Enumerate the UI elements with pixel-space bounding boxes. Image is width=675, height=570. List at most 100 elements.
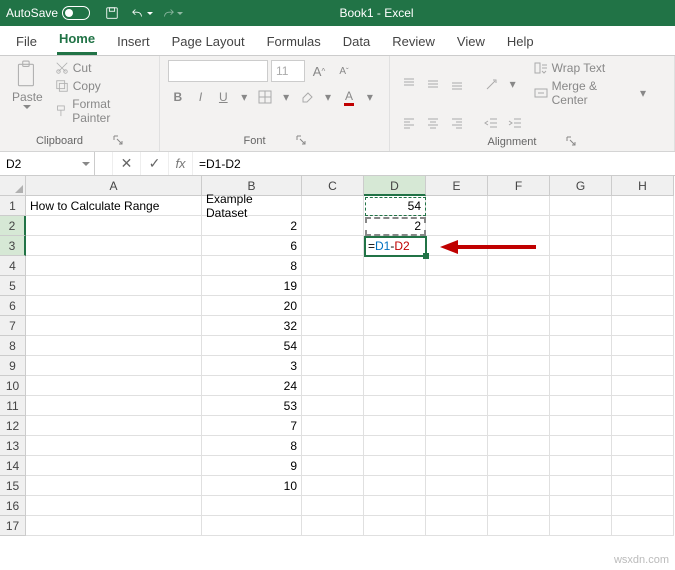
cell-f17[interactable] bbox=[488, 516, 550, 536]
cell-b7[interactable]: 32 bbox=[202, 316, 302, 336]
row-header-17[interactable]: 17 bbox=[0, 516, 26, 536]
align-center-button[interactable] bbox=[422, 112, 444, 134]
cell-h6[interactable] bbox=[612, 296, 674, 316]
cell-f9[interactable] bbox=[488, 356, 550, 376]
cell-b3[interactable]: 6 bbox=[202, 236, 302, 256]
cell-b15[interactable]: 10 bbox=[202, 476, 302, 496]
cell-h4[interactable] bbox=[612, 256, 674, 276]
row-header-6[interactable]: 6 bbox=[0, 296, 26, 316]
save-button[interactable] bbox=[100, 2, 124, 24]
cell-c15[interactable] bbox=[302, 476, 364, 496]
cell-a14[interactable] bbox=[26, 456, 202, 476]
border-button[interactable] bbox=[255, 86, 275, 108]
chevron-down-icon[interactable]: ▾ bbox=[504, 73, 522, 95]
row-header-11[interactable]: 11 bbox=[0, 396, 26, 416]
cell-g15[interactable] bbox=[550, 476, 612, 496]
row-header-5[interactable]: 5 bbox=[0, 276, 26, 296]
dialog-launcher-icon[interactable] bbox=[296, 135, 306, 145]
enter-formula-button[interactable]: ✓ bbox=[141, 152, 169, 175]
cell-d4[interactable] bbox=[364, 256, 426, 276]
align-right-button[interactable] bbox=[446, 112, 468, 134]
chevron-down-icon[interactable]: ▾ bbox=[320, 86, 336, 108]
undo-button[interactable] bbox=[130, 2, 154, 24]
dialog-launcher-icon[interactable] bbox=[566, 136, 576, 146]
cell-b11[interactable]: 53 bbox=[202, 396, 302, 416]
cell-d16[interactable] bbox=[364, 496, 426, 516]
cell-d3[interactable]: =D1-D2 bbox=[364, 236, 426, 256]
copy-button[interactable]: Copy bbox=[53, 78, 151, 94]
cell-c17[interactable] bbox=[302, 516, 364, 536]
cell-f6[interactable] bbox=[488, 296, 550, 316]
cell-c11[interactable] bbox=[302, 396, 364, 416]
font-color-button[interactable]: A bbox=[339, 86, 359, 108]
cell-f16[interactable] bbox=[488, 496, 550, 516]
cell-g5[interactable] bbox=[550, 276, 612, 296]
cell-d17[interactable] bbox=[364, 516, 426, 536]
cell-a12[interactable] bbox=[26, 416, 202, 436]
align-bottom-button[interactable] bbox=[446, 73, 468, 95]
cell-e15[interactable] bbox=[426, 476, 488, 496]
cell-a13[interactable] bbox=[26, 436, 202, 456]
cell-d6[interactable] bbox=[364, 296, 426, 316]
cell-e10[interactable] bbox=[426, 376, 488, 396]
select-all-button[interactable] bbox=[0, 176, 26, 196]
cell-e5[interactable] bbox=[426, 276, 488, 296]
column-header-f[interactable]: F bbox=[488, 176, 550, 196]
cell-h11[interactable] bbox=[612, 396, 674, 416]
cell-f1[interactable] bbox=[488, 196, 550, 216]
row-header-10[interactable]: 10 bbox=[0, 376, 26, 396]
cell-e12[interactable] bbox=[426, 416, 488, 436]
cell-h1[interactable] bbox=[612, 196, 674, 216]
cell-h10[interactable] bbox=[612, 376, 674, 396]
cell-d7[interactable] bbox=[364, 316, 426, 336]
autosave-toggle[interactable]: AutoSave bbox=[6, 6, 90, 20]
cell-g9[interactable] bbox=[550, 356, 612, 376]
cell-b10[interactable]: 24 bbox=[202, 376, 302, 396]
cell-a11[interactable] bbox=[26, 396, 202, 416]
cell-c7[interactable] bbox=[302, 316, 364, 336]
cell-b9[interactable]: 3 bbox=[202, 356, 302, 376]
cell-g17[interactable] bbox=[550, 516, 612, 536]
cell-a17[interactable] bbox=[26, 516, 202, 536]
column-header-g[interactable]: G bbox=[550, 176, 612, 196]
column-header-h[interactable]: H bbox=[612, 176, 674, 196]
cell-f13[interactable] bbox=[488, 436, 550, 456]
cell-e1[interactable] bbox=[426, 196, 488, 216]
row-header-13[interactable]: 13 bbox=[0, 436, 26, 456]
cell-g12[interactable] bbox=[550, 416, 612, 436]
cell-a15[interactable] bbox=[26, 476, 202, 496]
font-size-combo[interactable]: 11 bbox=[271, 60, 305, 82]
row-header-3[interactable]: 3 bbox=[0, 236, 26, 256]
cell-h7[interactable] bbox=[612, 316, 674, 336]
cell-b4[interactable]: 8 bbox=[202, 256, 302, 276]
cell-g2[interactable] bbox=[550, 216, 612, 236]
cell-h17[interactable] bbox=[612, 516, 674, 536]
row-header-16[interactable]: 16 bbox=[0, 496, 26, 516]
formula-input[interactable]: =D1-D2 bbox=[193, 152, 675, 175]
font-name-combo[interactable] bbox=[168, 60, 268, 82]
tab-home[interactable]: Home bbox=[57, 25, 97, 55]
cell-h16[interactable] bbox=[612, 496, 674, 516]
cell-a2[interactable] bbox=[26, 216, 202, 236]
cell-d12[interactable] bbox=[364, 416, 426, 436]
row-header-7[interactable]: 7 bbox=[0, 316, 26, 336]
row-header-1[interactable]: 1 bbox=[0, 196, 26, 216]
chevron-down-icon[interactable]: ▾ bbox=[278, 86, 294, 108]
cell-d5[interactable] bbox=[364, 276, 426, 296]
cell-g4[interactable] bbox=[550, 256, 612, 276]
row-header-2[interactable]: 2 bbox=[0, 216, 26, 236]
cell-c14[interactable] bbox=[302, 456, 364, 476]
bold-button[interactable]: B bbox=[168, 86, 188, 108]
align-middle-button[interactable] bbox=[422, 73, 444, 95]
cell-d1[interactable]: 54 bbox=[364, 196, 426, 216]
cell-b8[interactable]: 54 bbox=[202, 336, 302, 356]
cell-h5[interactable] bbox=[612, 276, 674, 296]
orientation-button[interactable] bbox=[480, 73, 502, 95]
underline-button[interactable]: U bbox=[213, 86, 233, 108]
cell-g14[interactable] bbox=[550, 456, 612, 476]
cell-f14[interactable] bbox=[488, 456, 550, 476]
cell-f7[interactable] bbox=[488, 316, 550, 336]
cell-c3[interactable] bbox=[302, 236, 364, 256]
cell-a7[interactable] bbox=[26, 316, 202, 336]
cell-b13[interactable]: 8 bbox=[202, 436, 302, 456]
